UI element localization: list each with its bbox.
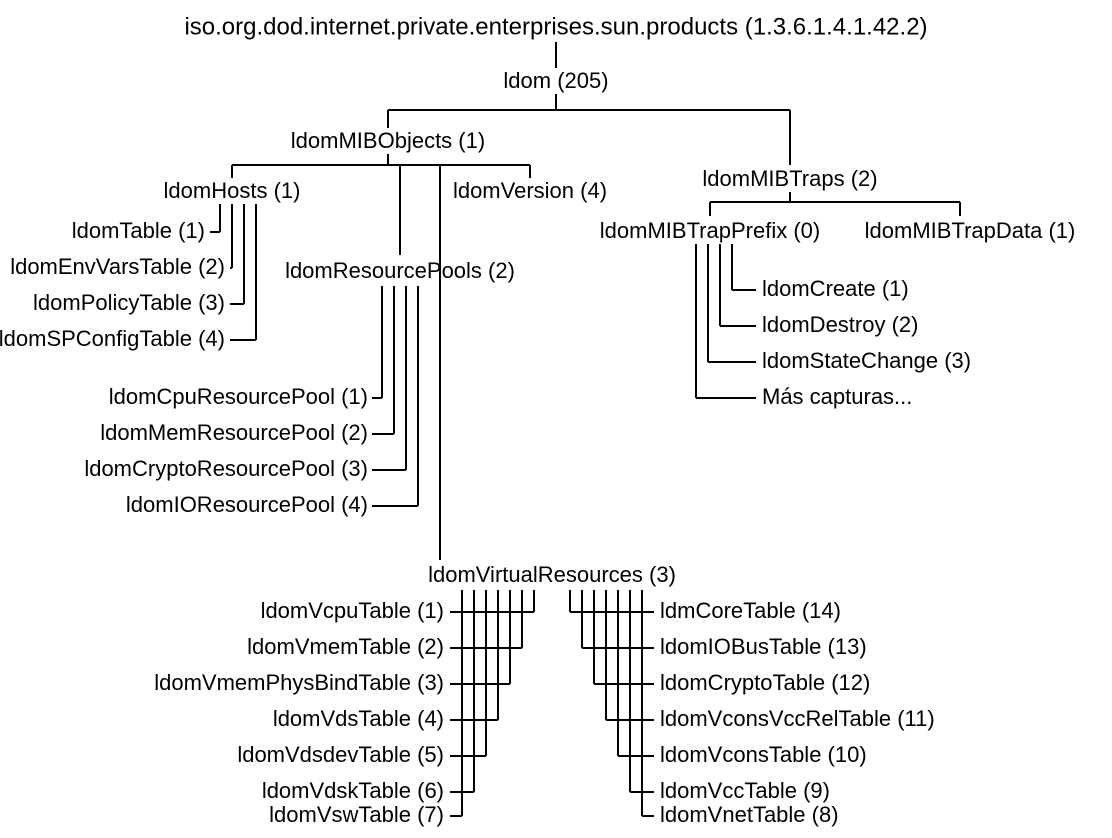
ldom-crypto-resource-pool-label: ldomCryptoResourcePool (3) — [84, 456, 368, 481]
ldom-vdsk-table-label: ldomVdskTable (6) — [262, 778, 444, 803]
ldom-create-label: ldomCreate (1) — [762, 276, 909, 301]
ldom-vmem-physbind-table-label: ldomVmemPhysBindTable (3) — [154, 670, 444, 695]
ldom-mem-resource-pool-label: ldomMemResourcePool (2) — [100, 420, 368, 445]
ldom-mib-trap-prefix-label: ldomMIBTrapPrefix (0) — [600, 218, 820, 243]
ldom-vmem-table-label: ldomVmemTable (2) — [247, 634, 444, 659]
ldom-destroy-label: ldomDestroy (2) — [762, 312, 918, 337]
ldom-hosts-label: ldomHosts (1) — [164, 178, 301, 203]
ldom-version-label: ldomVersion (4) — [453, 178, 607, 203]
ldom-iobus-table-label: ldomIOBusTable (13) — [660, 634, 867, 659]
ldom-state-change-label: ldomStateChange (3) — [762, 348, 971, 373]
ldm-core-table-label: ldmCoreTable (14) — [660, 598, 841, 623]
ldom-crypto-table-label: ldomCryptoTable (12) — [660, 670, 870, 695]
ldom-virtual-resources-label: ldomVirtualResources (3) — [428, 562, 676, 587]
ldom-vnet-table-label: ldomVnetTable (8) — [660, 802, 839, 827]
ldom-cpu-resource-pool-label: ldomCpuResourcePool (1) — [109, 384, 368, 409]
ldom-vsw-table-label: ldomVswTable (7) — [269, 802, 444, 827]
root-label: iso.org.dod.internet.private.enterprises… — [184, 13, 927, 40]
ldom-policy-table-label: ldomPolicyTable (3) — [33, 290, 225, 315]
ldom-table-label: ldomTable (1) — [72, 218, 205, 243]
ldom-vds-table-label: ldomVdsTable (4) — [273, 706, 444, 731]
ldom-resource-pools-label: ldomResourcePools (2) — [285, 258, 515, 283]
ldom-mib-traps-label: ldomMIBTraps (2) — [702, 166, 877, 191]
ldom-mib-trap-data-label: ldomMIBTrapData (1) — [865, 218, 1076, 243]
more-traps-label: Más capturas... — [762, 384, 912, 409]
ldom-vcons-table-label: ldomVconsTable (10) — [660, 742, 867, 767]
ldom-mib-objects-label: ldomMIBObjects (1) — [291, 128, 485, 153]
ldom-spconfig-table-label: ldomSPConfigTable (4) — [0, 326, 225, 351]
ldom-io-resource-pool-label: ldomIOResourcePool (4) — [126, 492, 368, 517]
ldom-label: ldom (205) — [503, 68, 608, 93]
ldom-vcons-vcc-rel-table-label: ldomVconsVccRelTable (11) — [660, 706, 935, 731]
ldom-vdsdev-table-label: ldomVdsdevTable (5) — [237, 742, 444, 767]
ldom-vcc-table-label: ldomVccTable (9) — [660, 778, 830, 803]
ldom-envvars-table-label: ldomEnvVarsTable (2) — [10, 254, 225, 279]
ldom-vcpu-table-label: ldomVcpuTable (1) — [261, 598, 444, 623]
